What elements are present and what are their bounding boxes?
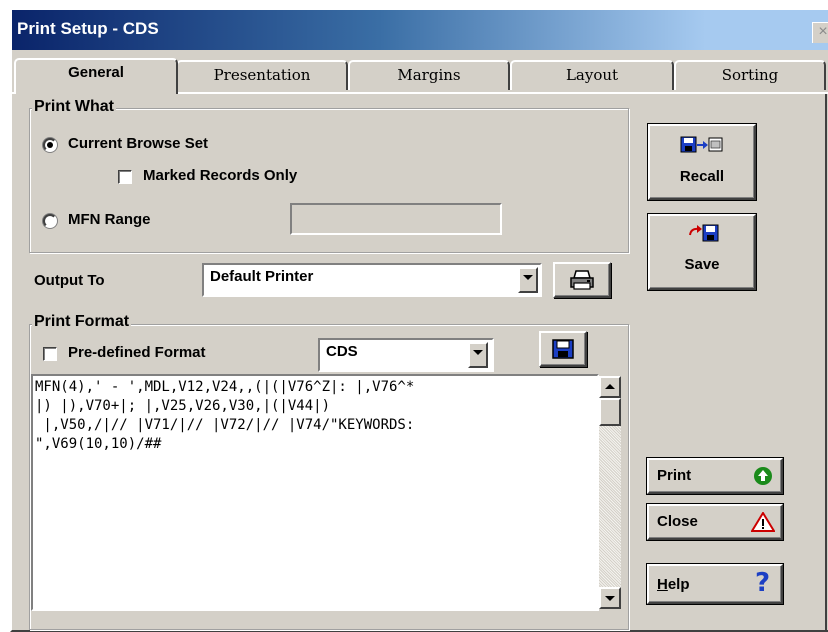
tab-general[interactable]: General (14, 58, 178, 94)
question-mark-icon: ? (755, 568, 771, 598)
output-to-label: Output To (34, 272, 105, 289)
window-close-button[interactable]: × (812, 22, 828, 43)
print-setup-dialog: Print Setup - CDS × Presentation Margins… (10, 8, 828, 632)
mfn-range-input[interactable] (290, 203, 502, 235)
warning-triangle-icon (751, 512, 775, 532)
chevron-down-icon (523, 275, 533, 280)
print-what-legend: Print What (32, 98, 116, 116)
close-label: Close (657, 513, 698, 530)
format-text-area[interactable]: MFN(4),' - ',MDL,V12,V24,,(|(|V76^Z|: |,… (31, 374, 599, 611)
scroll-down-button[interactable] (599, 587, 621, 609)
save-format-button[interactable] (539, 331, 587, 367)
format-value: CDS (326, 343, 358, 360)
tab-layout[interactable]: Layout (510, 60, 674, 90)
save-label: Save (684, 256, 720, 273)
print-button[interactable]: Print (646, 457, 784, 495)
scroll-thumb[interactable] (599, 398, 621, 426)
close-button[interactable]: Close (646, 503, 784, 541)
tab-sorting[interactable]: Sorting (674, 60, 826, 90)
predefined-format-checkbox[interactable] (43, 347, 57, 361)
save-button[interactable]: Save (647, 213, 757, 291)
help-label: Help (657, 576, 690, 593)
output-to-select[interactable]: Default Printer (202, 263, 542, 297)
format-vertical-scrollbar[interactable] (599, 376, 621, 609)
floppy-to-screen-icon (680, 136, 723, 153)
mfn-range-radio[interactable] (43, 214, 57, 228)
help-button[interactable]: Help ? (646, 563, 784, 605)
arrow-up-icon (605, 384, 615, 389)
current-browse-set-radio[interactable] (43, 138, 57, 152)
current-browse-set-label: Current Browse Set (68, 135, 209, 152)
pane-right-edge (825, 92, 827, 632)
mfn-range-label: MFN Range (68, 211, 151, 228)
format-dropdown-button[interactable] (468, 342, 488, 368)
floppy-disk-icon (552, 339, 574, 359)
printer-icon (570, 270, 594, 290)
output-to-dropdown-button[interactable] (518, 267, 538, 293)
scroll-up-button[interactable] (599, 376, 621, 398)
tab-margins[interactable]: Margins (348, 60, 510, 90)
arrow-down-icon (605, 596, 615, 601)
title-bar[interactable]: Print Setup - CDS × (12, 10, 828, 50)
marked-records-only-label: Marked Records Only (143, 167, 298, 184)
output-to-value: Default Printer (210, 268, 314, 285)
arrow-into-floppy-icon (689, 224, 719, 242)
help-label-rest: elp (667, 576, 690, 593)
recall-label: Recall (679, 168, 725, 185)
print-label: Print (657, 467, 692, 484)
predefined-format-label: Pre-defined Format (68, 344, 206, 361)
help-mnemonic: H (657, 576, 668, 593)
green-up-arrow-icon (754, 467, 772, 485)
tab-presentation[interactable]: Presentation (176, 60, 348, 90)
window-title: Print Setup - CDS (17, 19, 159, 38)
chevron-down-icon (473, 350, 483, 355)
recall-button[interactable]: Recall (647, 123, 757, 201)
printer-setup-button[interactable] (553, 262, 611, 298)
marked-records-only-checkbox[interactable] (118, 170, 132, 184)
print-format-legend: Print Format (32, 313, 132, 331)
